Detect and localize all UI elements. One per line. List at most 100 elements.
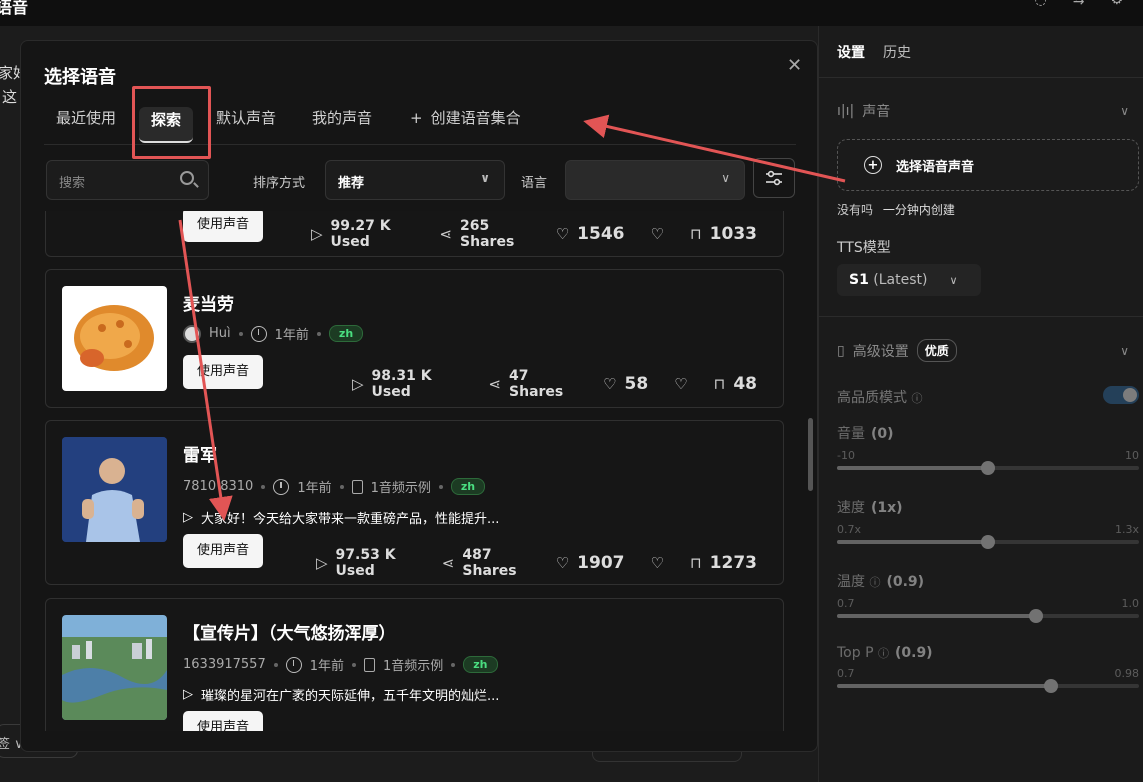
voice-card[interactable]: 麦当劳 Huì 1年前 zh 使用声音 ▷ 98.31 K Used ⋖ 47 Sh…	[45, 269, 784, 408]
temperature-slider[interactable]: 温度 ⓘ (0.9) 0.7 1.0	[837, 571, 1139, 623]
tab-recent[interactable]: 最近使用	[44, 107, 128, 143]
tab-history[interactable]: 历史	[883, 42, 911, 62]
play-icon[interactable]: ▷	[183, 510, 193, 525]
separator-dot	[261, 484, 266, 489]
used-stat: ▷ 97.53 K Used	[316, 547, 416, 579]
sample-preview[interactable]: ▷ 大家好！今天给大家带来一款重磅产品，性能提升...	[183, 508, 499, 527]
info-icon: ⓘ	[869, 576, 881, 589]
tab-label: 创建语音集合	[430, 109, 521, 127]
audio-file-icon	[351, 479, 363, 494]
dislike-stat[interactable]: ♡	[651, 225, 664, 243]
likes-stat[interactable]: ♡ 1546	[556, 224, 625, 244]
slider-thumb[interactable]	[1044, 679, 1059, 693]
slider-fill	[837, 684, 1052, 688]
close-icon[interactable]: ✕	[787, 55, 802, 76]
sort-select[interactable]: 推荐 ∨	[325, 160, 505, 200]
card-stats: ▷ 99.27 K Used ⋖ 265 Shares ♡ 1546 ♡ ⊓ 1033	[311, 218, 783, 250]
likes-stat[interactable]: ♡ 58	[603, 374, 648, 394]
hq-mode-toggle[interactable]	[1103, 386, 1139, 404]
slider-value: (0.9)	[886, 574, 925, 590]
time-ago: 1年前	[297, 481, 332, 496]
scrollbar[interactable]	[808, 418, 813, 491]
settings-panel: 设置 历史 ı|ı| 声音 ∨ + 选择语音声音 没有吗 一分钟内创建 TTS模…	[818, 26, 1143, 782]
use-voice-button[interactable]: 使用声音	[183, 711, 263, 731]
top-p-slider[interactable]: Top P ⓘ (0.9) 0.7 0.98	[837, 645, 1139, 693]
author-name[interactable]: 1633917557	[183, 657, 266, 672]
clock-icon	[285, 656, 302, 673]
shares-stat[interactable]: ⋖ 487 Shares	[442, 547, 530, 579]
select-voice-button[interactable]: + 选择语音声音	[837, 139, 1139, 191]
shares-stat[interactable]: ⋖ 265 Shares	[439, 218, 529, 250]
bg-text: 这	[2, 88, 18, 106]
share-icon: ⋖	[441, 554, 455, 572]
sample-text: 璀璨的星河在广袤的天际延伸，五千年文明的灿烂...	[201, 689, 500, 704]
filter-button[interactable]	[753, 158, 795, 198]
chevron-down-icon: ∨	[721, 171, 730, 185]
language-select[interactable]: ∨	[565, 160, 745, 200]
tab-my-voices[interactable]: 我的声音	[300, 107, 384, 143]
tab-default-voices[interactable]: 默认声音	[204, 107, 288, 143]
tts-model-select[interactable]: S1 (Latest) ∨	[837, 264, 981, 296]
highlight-box	[132, 86, 211, 159]
slider-thumb[interactable]	[981, 535, 995, 549]
share-icon[interactable]: ⇆	[1073, 0, 1085, 8]
likes-count: 58	[624, 374, 649, 394]
slider-track[interactable]	[837, 609, 1139, 623]
slider-thumb[interactable]	[1029, 609, 1044, 623]
tab-settings[interactable]: 设置	[837, 42, 865, 62]
search-icon	[180, 171, 194, 185]
dislike-stat[interactable]: ♡	[651, 554, 664, 572]
saves-stat[interactable]: ⊓ 48	[714, 374, 757, 394]
slider-track[interactable]	[837, 535, 1139, 549]
slider-value: (0)	[871, 426, 894, 442]
use-voice-button[interactable]: 使用声音	[183, 211, 263, 242]
voice-section-header[interactable]: ı|ı| 声音	[837, 101, 890, 121]
slider-name: Top P	[837, 645, 874, 661]
search-placeholder: 搜索	[59, 176, 86, 191]
voice-card[interactable]: 使用声音 ▷ 99.27 K Used ⋖ 265 Shares ♡ 1546 ♡ ⊓…	[45, 211, 784, 257]
sort-label: 排序方式	[253, 176, 306, 191]
author-name[interactable]: 7810 8310	[183, 479, 253, 494]
slider-thumb[interactable]	[981, 461, 995, 475]
heart-icon: ♡	[555, 554, 570, 572]
use-voice-button[interactable]: 使用声音	[183, 534, 263, 568]
help-icon[interactable]: ◌	[1034, 0, 1046, 8]
slider-label: 速度 (1x)	[837, 497, 1139, 517]
author-name[interactable]: Huì	[209, 326, 231, 341]
advanced-settings-header[interactable]: ▯ 高级设置 优质	[837, 339, 957, 362]
speed-slider[interactable]: 速度 (1x) 0.7x 1.3x	[837, 497, 1139, 549]
slider-name: 音量	[837, 426, 865, 442]
play-icon: ▷	[352, 375, 364, 393]
voice-section-label: 声音	[862, 104, 891, 120]
voice-card[interactable]: 【宣传片】（大气悠扬浑厚） 1633917557 1年前 1音频示例 zh ▷ …	[45, 598, 784, 731]
use-voice-button[interactable]: 使用声音	[183, 355, 263, 389]
sample-preview[interactable]: ▷ 璀璨的星河在广袤的天际延伸，五千年文明的灿烂...	[183, 685, 499, 704]
used-stat: ▷ 99.27 K Used	[311, 218, 413, 250]
slider-max: 1.3x	[1114, 523, 1139, 536]
shares-stat[interactable]: ⋖ 47 Shares	[488, 368, 577, 400]
slider-track[interactable]	[837, 679, 1139, 693]
chevron-down-icon[interactable]: ∨	[1120, 344, 1129, 358]
slider-track[interactable]	[837, 461, 1139, 475]
saves-stat[interactable]: ⊓ 1273	[690, 553, 757, 573]
slider-min: 0.7	[837, 597, 855, 610]
play-icon[interactable]: ▷	[183, 687, 193, 702]
separator-dot	[339, 484, 344, 489]
chevron-down-icon[interactable]: ∨	[1120, 104, 1129, 118]
saves-stat[interactable]: ⊓ 1033	[690, 224, 757, 244]
tab-create-collection[interactable]: + 创建语音集合	[398, 107, 533, 143]
avatar	[183, 324, 201, 343]
separator-dot	[451, 662, 456, 667]
broken-heart-icon: ♡	[674, 375, 688, 393]
used-count: 98.31 K Used	[371, 368, 432, 400]
heart-icon: ♡	[603, 375, 617, 393]
clock-icon	[250, 325, 267, 342]
search-input[interactable]: 搜索	[46, 160, 209, 200]
settings-icon[interactable]: ⚙	[1110, 0, 1123, 8]
create-voice-link[interactable]: 一分钟内创建	[883, 203, 955, 217]
volume-slider[interactable]: 音量 (0) -10 10	[837, 423, 1139, 475]
dislike-stat[interactable]: ♡	[674, 375, 687, 393]
modal-title: 选择语音	[44, 67, 116, 88]
likes-stat[interactable]: ♡ 1907	[556, 553, 625, 573]
voice-card[interactable]: 雷军 7810 8310 1年前 1音频示例 zh ▷ 大家好！今天给大家带来一…	[45, 420, 784, 585]
